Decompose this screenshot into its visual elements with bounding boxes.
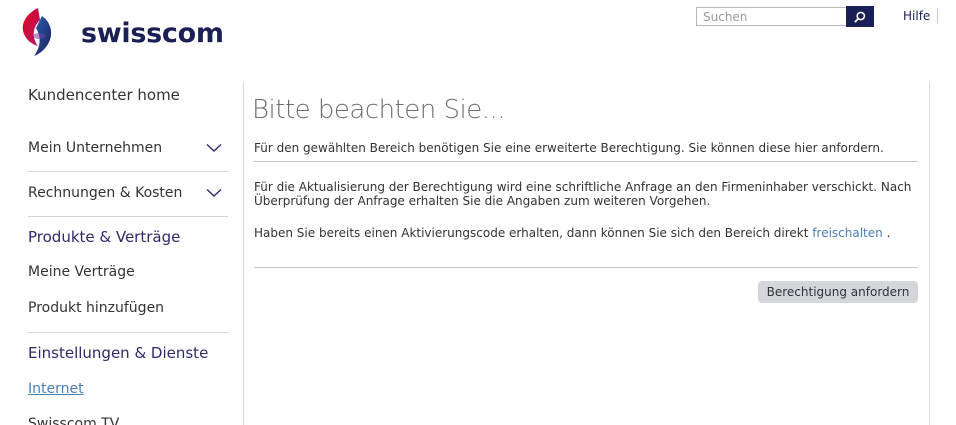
sidebar-accordion-mein-unternehmen[interactable]: Mein Unternehmen bbox=[28, 140, 228, 156]
intro-text: Für den gewählten Bereich benötigen Sie … bbox=[254, 141, 884, 155]
search-input[interactable] bbox=[696, 7, 846, 26]
help-link[interactable]: Hilfe bbox=[903, 9, 930, 23]
page-title: Bitte beachten Sie... bbox=[252, 95, 506, 125]
search-bar bbox=[696, 6, 874, 27]
divider bbox=[254, 161, 918, 162]
freischalten-link[interactable]: freischalten bbox=[812, 226, 882, 240]
divider bbox=[254, 267, 918, 268]
sidebar-item-label: Rechnungen & Kosten bbox=[28, 185, 183, 201]
sentence-end: . bbox=[882, 226, 891, 240]
content-border-left bbox=[243, 82, 244, 425]
swisscom-logo-icon bbox=[22, 8, 52, 56]
info-text-line-2: Überprüfung der Anfrage erhalten Sie die… bbox=[254, 194, 711, 208]
activation-code-text: Haben Sie bereits einen Aktivierungscode… bbox=[254, 226, 918, 240]
sidebar-item-produkt-hinzufuegen[interactable]: Produkt hinzufügen bbox=[28, 300, 164, 316]
brand-wordmark: swisscom bbox=[81, 18, 224, 49]
search-icon bbox=[854, 11, 866, 23]
swisscom-logo[interactable]: swisscom bbox=[18, 6, 224, 58]
search-button[interactable] bbox=[846, 6, 874, 27]
sidebar-item-swisscom-tv[interactable]: Swisscom TV bbox=[28, 416, 119, 425]
sidebar-item-label: Mein Unternehmen bbox=[28, 140, 163, 156]
header-divider bbox=[937, 8, 938, 23]
sidebar-section-title: Produkte & Verträge bbox=[28, 228, 181, 246]
info-text-line-1: Für die Aktualisierung der Berechtigung … bbox=[254, 180, 912, 194]
sidebar-divider bbox=[28, 171, 228, 172]
sidebar-item-kundencenter-home[interactable]: Kundencenter home bbox=[28, 86, 180, 104]
chevron-down-icon bbox=[206, 188, 222, 197]
activation-code-sentence: Haben Sie bereits einen Aktivierungscode… bbox=[254, 226, 809, 240]
chevron-down-icon bbox=[206, 143, 222, 152]
sidebar-accordion-rechnungen-kosten[interactable]: Rechnungen & Kosten bbox=[28, 185, 228, 201]
sidebar-item-meine-vertraege[interactable]: Meine Verträge bbox=[28, 264, 135, 280]
content-border-right bbox=[929, 82, 930, 425]
page: swisscom Hilfe Kundencenter home Mein Un… bbox=[0, 0, 956, 425]
sidebar-divider bbox=[28, 216, 228, 217]
sidebar-item-internet[interactable]: Internet bbox=[28, 381, 84, 397]
sidebar-divider bbox=[28, 332, 228, 333]
request-permission-button[interactable]: Berechtigung anfordern bbox=[758, 281, 918, 303]
sidebar-section-title: Einstellungen & Dienste bbox=[28, 344, 209, 362]
